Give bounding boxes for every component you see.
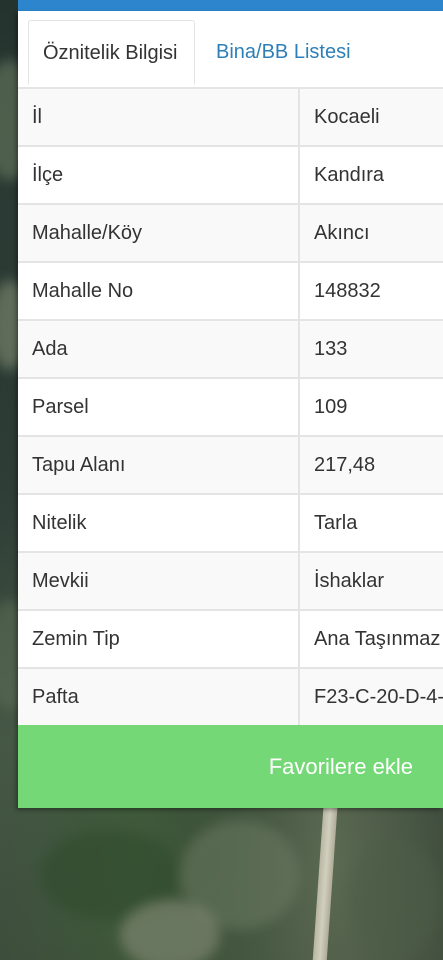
- table-row: Ada 133: [18, 319, 443, 379]
- attribute-value: İshaklar: [298, 551, 443, 611]
- attribute-key: Pafta: [18, 667, 300, 727]
- table-row: Pafta F23-C-20-D-4-: [18, 667, 443, 727]
- table-row: Zemin Tip Ana Taşınmaz: [18, 609, 443, 669]
- attribute-key: Tapu Alanı: [18, 435, 300, 495]
- table-row: Tapu Alanı 217,48: [18, 435, 443, 495]
- attribute-key: Nitelik: [18, 493, 300, 553]
- attribute-key: Zemin Tip: [18, 609, 300, 669]
- table-row: Mevkii İshaklar: [18, 551, 443, 611]
- attribute-key: İl: [18, 87, 300, 147]
- attribute-key: Mevkii: [18, 551, 300, 611]
- attribute-value: 148832: [298, 261, 443, 321]
- attribute-value: 109: [298, 377, 443, 437]
- attribute-key: Mahalle No: [18, 261, 300, 321]
- table-row: Parsel 109: [18, 377, 443, 437]
- table-row: Mahalle/Köy Akıncı: [18, 203, 443, 263]
- attribute-value: Akıncı: [298, 203, 443, 263]
- attribute-value: Kocaeli: [298, 87, 443, 147]
- table-row: Mahalle No 148832: [18, 261, 443, 321]
- attribute-value: Tarla: [298, 493, 443, 553]
- attribute-key: Parsel: [18, 377, 300, 437]
- attribute-key: Mahalle/Köy: [18, 203, 300, 263]
- map-road: [312, 799, 338, 960]
- attribute-value: Kandıra: [298, 145, 443, 205]
- tab-bar: Öznitelik Bilgisi Bina/BB Listesi: [18, 11, 443, 87]
- attribute-table: İl Kocaeli İlçe Kandıra Mahalle/Köy Akın…: [18, 87, 443, 727]
- attribute-value: F23-C-20-D-4-: [298, 667, 443, 727]
- panel-header-bar: [18, 0, 443, 11]
- table-row: Nitelik Tarla: [18, 493, 443, 553]
- attribute-value: 217,48: [298, 435, 443, 495]
- attribute-key: İlçe: [18, 145, 300, 205]
- table-row: İlçe Kandıra: [18, 145, 443, 205]
- info-panel: Öznitelik Bilgisi Bina/BB Listesi İl Koc…: [18, 11, 443, 808]
- tab-oznitelik-bilgisi[interactable]: Öznitelik Bilgisi: [28, 20, 195, 85]
- attribute-value: 133: [298, 319, 443, 379]
- add-to-favorites-button[interactable]: Favorilere ekle: [18, 725, 443, 808]
- table-row: İl Kocaeli: [18, 87, 443, 147]
- attribute-value: Ana Taşınmaz: [298, 609, 443, 669]
- attribute-key: Ada: [18, 319, 300, 379]
- tab-bina-bb-listesi[interactable]: Bina/BB Listesi: [202, 20, 365, 85]
